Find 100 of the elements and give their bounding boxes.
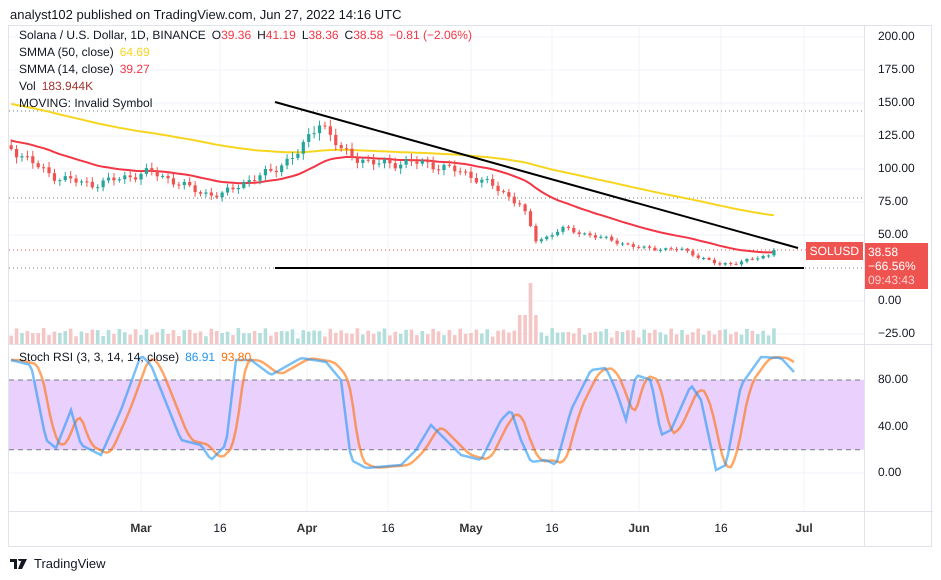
candlestick	[404, 155, 408, 169]
price-axis-label: 75.00	[878, 194, 908, 208]
last-price: 38.58	[868, 245, 900, 259]
candlestick	[469, 166, 473, 184]
logo-icon	[10, 558, 28, 568]
candlestick	[328, 119, 332, 142]
candlestick	[134, 172, 138, 183]
ohlc-value: L38.36	[302, 28, 339, 43]
candlestick	[599, 234, 602, 240]
candlestick	[58, 178, 62, 186]
indicator-value: 39.27	[120, 62, 150, 77]
candlestick	[572, 224, 576, 234]
candlestick	[512, 192, 516, 208]
candlestick	[486, 176, 489, 184]
candlestick	[707, 256, 711, 261]
candlestick	[745, 258, 749, 264]
candlestick	[480, 176, 484, 188]
candlestick	[47, 162, 51, 178]
candlestick	[507, 188, 510, 202]
candlestick	[420, 158, 424, 167]
candlestick	[177, 181, 180, 190]
candlestick	[85, 176, 88, 188]
candlestick	[296, 148, 300, 161]
candlestick	[566, 224, 570, 231]
candlestick	[64, 172, 67, 183]
candlestick	[302, 139, 305, 160]
price-axis-label: 0.00	[878, 293, 902, 307]
time-axis-label: Mar	[130, 521, 152, 535]
candlestick	[258, 172, 262, 185]
candlestick	[26, 150, 29, 161]
candlestick	[139, 172, 143, 186]
candlestick	[377, 158, 381, 168]
candlestick	[269, 163, 272, 174]
candlestick	[578, 229, 581, 238]
candlestick	[188, 176, 192, 188]
candlestick	[432, 156, 435, 174]
indicator-name: Vol	[19, 79, 36, 94]
candlestick	[729, 261, 732, 267]
candlestick	[366, 154, 370, 164]
candlestick	[734, 261, 738, 266]
candlestick	[253, 174, 256, 185]
candlestick	[10, 138, 13, 152]
candlestick	[74, 174, 78, 187]
candlestick	[156, 166, 159, 182]
candlestick	[69, 170, 72, 184]
ohlc-value: H41.19	[257, 28, 296, 43]
candlestick	[20, 152, 24, 162]
indicator-name: MOVING: Invalid Symbol	[19, 96, 152, 111]
price-axis-label: 50.00	[878, 227, 908, 241]
candlestick	[150, 162, 154, 176]
candlestick	[144, 163, 148, 178]
indicator-value: 183.944K	[42, 79, 94, 94]
candlestick	[334, 128, 338, 152]
percent-change: −66.56%	[868, 259, 917, 273]
candlestick	[448, 160, 451, 168]
candlestick	[610, 234, 614, 242]
candlestick	[210, 187, 213, 200]
stoch-axis-label: 80.00	[878, 372, 908, 386]
time-axis-label: 16	[545, 521, 559, 535]
candlestick	[415, 156, 418, 170]
candlestick	[491, 174, 494, 190]
brand-name: TradingView	[34, 556, 106, 571]
indicator-value: 93.80	[221, 350, 252, 365]
candlestick	[356, 152, 359, 169]
candlestick	[772, 248, 776, 258]
candlestick	[458, 167, 462, 176]
indicator-name: SMMA (50, close)	[19, 45, 114, 60]
candlestick	[236, 184, 240, 194]
candlestick	[372, 154, 376, 171]
candlestick	[182, 178, 186, 190]
candlestick	[474, 172, 478, 185]
candlestick	[312, 126, 316, 139]
symbol-tag: SOLUSD	[806, 242, 863, 260]
candlestick	[172, 172, 176, 188]
candlestick	[118, 176, 121, 184]
candlestick	[615, 238, 619, 246]
candlestick	[604, 235, 608, 240]
symbol-title: Solana / U.S. Dollar, 1D, BINANCE	[19, 28, 206, 43]
candlestick	[583, 232, 586, 236]
candlestick	[290, 151, 294, 166]
candlestick	[344, 144, 348, 156]
candlestick	[42, 163, 46, 174]
candlestick	[442, 162, 446, 176]
candlestick	[350, 142, 354, 162]
candlestick	[204, 188, 208, 198]
candlestick	[31, 150, 34, 170]
candlestick	[90, 176, 94, 190]
time-axis-label: Jun	[628, 521, 650, 535]
candlestick	[14, 144, 18, 164]
time-axis-label: Apr	[296, 521, 318, 535]
candlestick	[626, 242, 630, 246]
price-axis-label: 200.00	[878, 29, 915, 43]
candlestick	[36, 160, 40, 170]
candlestick	[642, 244, 646, 250]
time-axis-label: 16	[714, 521, 728, 535]
candlestick	[215, 192, 218, 200]
indicator-value: 64.69	[120, 45, 150, 60]
candlestick	[248, 174, 251, 188]
candlestick	[394, 157, 397, 172]
candlestick	[550, 232, 554, 240]
